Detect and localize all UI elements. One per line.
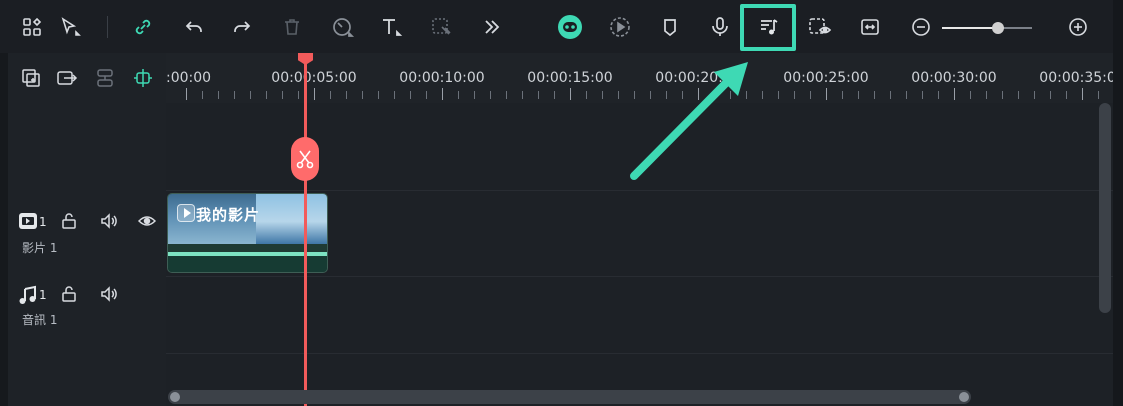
editor-window: 1 影片 1 1 音訊 1:00:00 00:00:05:00 00:00:1… — [0, 0, 1123, 406]
pointer-arrow — [630, 62, 748, 180]
